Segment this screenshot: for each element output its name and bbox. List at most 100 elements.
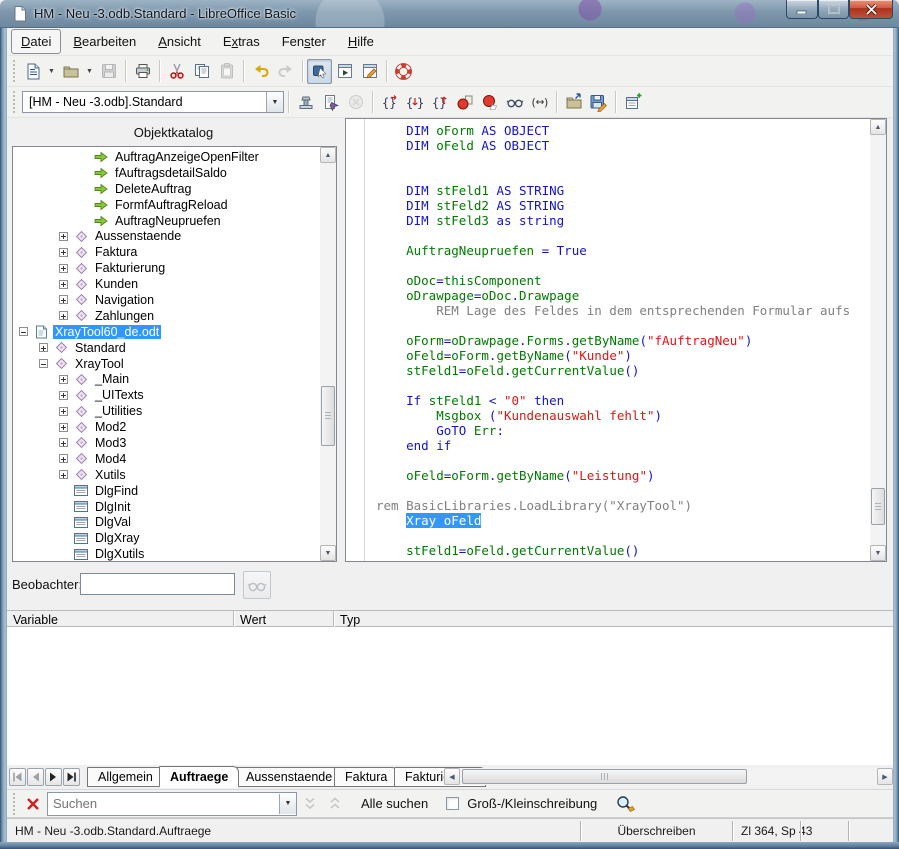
expand-icon[interactable] — [59, 232, 68, 241]
expand-icon[interactable] — [59, 470, 68, 479]
search-dropdown[interactable]: ▼ — [279, 794, 296, 814]
code-line[interactable]: DIM stFeld2 AS STRING — [376, 198, 869, 213]
horizontal-splitter[interactable] — [7, 562, 893, 570]
collapse-icon[interactable] — [19, 327, 28, 336]
close-find-button[interactable] — [20, 791, 45, 816]
expand-icon[interactable] — [59, 407, 68, 416]
tree-item-DlgInit[interactable]: DlgInit — [13, 499, 319, 515]
tab-aussenstaende[interactable]: Aussenstaende — [235, 767, 343, 787]
code-line[interactable]: Xray oFeld — [376, 513, 869, 528]
scrollbar-thumb[interactable] — [462, 769, 747, 784]
run-button[interactable] — [318, 90, 343, 115]
tab-allgemein[interactable]: Allgemein — [87, 767, 164, 787]
tree-item-Mod3[interactable]: Mod3 — [13, 435, 319, 451]
stop-button[interactable] — [343, 90, 368, 115]
library-combobox[interactable]: [HM - Neu -3.odb].Standard ▼ — [22, 91, 284, 113]
match-case-checkbox[interactable] — [446, 797, 459, 810]
toolbar-grip[interactable] — [10, 793, 18, 815]
expand-icon[interactable] — [59, 295, 68, 304]
enable-watch-button[interactable] — [502, 90, 527, 115]
expand-icon[interactable] — [59, 248, 68, 257]
menu-hilfe[interactable]: Hilfe — [338, 29, 384, 54]
tree-item-DeleteAuftrag[interactable]: DeleteAuftrag — [13, 181, 319, 197]
menu-fenster[interactable]: Fenster — [272, 29, 336, 54]
code-line[interactable]: DIM oForm AS OBJECT — [376, 123, 869, 138]
undo-button[interactable] — [248, 59, 273, 84]
search-input[interactable] — [48, 796, 279, 811]
tab-scrollbar[interactable]: ◀ ▶ — [444, 768, 893, 785]
code-line[interactable]: rem BasicLibraries.LoadLibrary("XrayTool… — [376, 498, 869, 513]
code-line[interactable]: DIM stFeld3 as string — [376, 213, 869, 228]
code-line[interactable] — [376, 378, 869, 393]
code-line[interactable]: GoTO Err: — [376, 423, 869, 438]
code-line[interactable]: DIM oFeld AS OBJECT — [376, 138, 869, 153]
code-line[interactable]: oForm=oDrawpage.Forms.getByName("fAuftra… — [376, 333, 869, 348]
new-document-button[interactable] — [20, 59, 45, 84]
expand-icon[interactable] — [59, 454, 68, 463]
expand-icon[interactable] — [59, 391, 68, 400]
import-source-button[interactable] — [561, 90, 586, 115]
watch-enable-button[interactable] — [243, 571, 271, 599]
tree-item-Navigation[interactable]: Navigation — [13, 292, 319, 308]
search-combobox[interactable]: ▼ — [47, 792, 297, 816]
find-parentheses-button[interactable]: () — [527, 90, 552, 115]
manage-breakpoints-button[interactable] — [477, 90, 502, 115]
expand-icon[interactable] — [39, 343, 48, 352]
open-button[interactable] — [58, 59, 83, 84]
menu-bearbeiten[interactable]: Bearbeiten — [63, 29, 146, 54]
last-tab-button[interactable] — [63, 768, 80, 786]
tab-auftraege[interactable]: Auftraege — [159, 766, 239, 788]
library-dropdown[interactable]: ▼ — [266, 92, 283, 112]
dialog-editor-button[interactable] — [357, 59, 382, 84]
code-line[interactable] — [376, 483, 869, 498]
tree-item-DlgFind[interactable]: DlgFind — [13, 483, 319, 499]
code-line[interactable] — [376, 318, 869, 333]
minimize-button[interactable] — [786, 0, 818, 19]
vertical-splitter[interactable] — [337, 118, 345, 562]
code-line[interactable]: end if — [376, 438, 869, 453]
menu-ansicht[interactable]: Ansicht — [148, 29, 211, 54]
scroll-left-button[interactable]: ◀ — [444, 768, 460, 785]
redo-button[interactable] — [273, 59, 298, 84]
menu-datei[interactable]: Datei — [11, 29, 61, 54]
code-line[interactable]: Msgbox ("Kundenauswahl fehlt") — [376, 408, 869, 423]
code-line[interactable] — [376, 453, 869, 468]
code-line[interactable]: oDrawpage=oDoc.Drawpage — [376, 288, 869, 303]
code-line[interactable] — [376, 258, 869, 273]
tree-item-DlgXutils[interactable]: DlgXutils — [13, 546, 319, 561]
toolbar-grip[interactable] — [10, 91, 18, 113]
previous-tab-button[interactable] — [27, 768, 44, 786]
help-button[interactable] — [391, 59, 416, 84]
code-line[interactable] — [376, 168, 869, 183]
status-insert-mode[interactable]: Überschreiben — [581, 819, 732, 843]
tree-item-AuftragNeupruefen[interactable]: AuftragNeupruefen — [13, 213, 319, 229]
tree-item-Mod4[interactable]: Mod4 — [13, 451, 319, 467]
menu-extras[interactable]: Extras — [213, 29, 270, 54]
code-line[interactable]: oFeld=oForm.getByName("Leistung") — [376, 468, 869, 483]
tree-item-Xutils[interactable]: Xutils — [13, 467, 319, 483]
tab-faktura[interactable]: Faktura — [334, 767, 398, 787]
code-line[interactable] — [376, 228, 869, 243]
expand-icon[interactable] — [59, 311, 68, 320]
column-typ[interactable]: Typ — [334, 612, 634, 627]
maximize-button[interactable] — [818, 0, 849, 19]
tree-item-_UITexts[interactable]: _UITexts — [13, 387, 319, 403]
scroll-down-button[interactable]: ▼ — [870, 545, 886, 561]
collapse-icon[interactable] — [39, 359, 48, 368]
tree-item-_Utilities[interactable]: _Utilities — [13, 403, 319, 419]
selection-mode-button[interactable] — [307, 59, 332, 84]
tree-item-Zahlungen[interactable]: Zahlungen — [13, 308, 319, 324]
tree-item-AuftragAnzeigeOpenFilter[interactable]: AuftragAnzeigeOpenFilter — [13, 149, 319, 165]
manage-modules-button[interactable] — [620, 90, 645, 115]
open-dropdown[interactable]: ▼ — [83, 59, 96, 84]
search-all-button[interactable]: Alle suchen — [361, 796, 428, 811]
code-line[interactable]: oDoc=thisComponent — [376, 273, 869, 288]
watch-input[interactable] — [80, 573, 235, 595]
tree-item-Mod2[interactable]: Mod2 — [13, 419, 319, 435]
breakpoint-gutter[interactable] — [346, 119, 365, 561]
print-button[interactable] — [130, 59, 155, 84]
first-tab-button[interactable] — [9, 768, 26, 786]
step-out-button[interactable]: {} — [427, 90, 452, 115]
tree-item-FormfAuftragReload[interactable]: FormfAuftragReload — [13, 197, 319, 213]
run-dialog-button[interactable] — [332, 59, 357, 84]
